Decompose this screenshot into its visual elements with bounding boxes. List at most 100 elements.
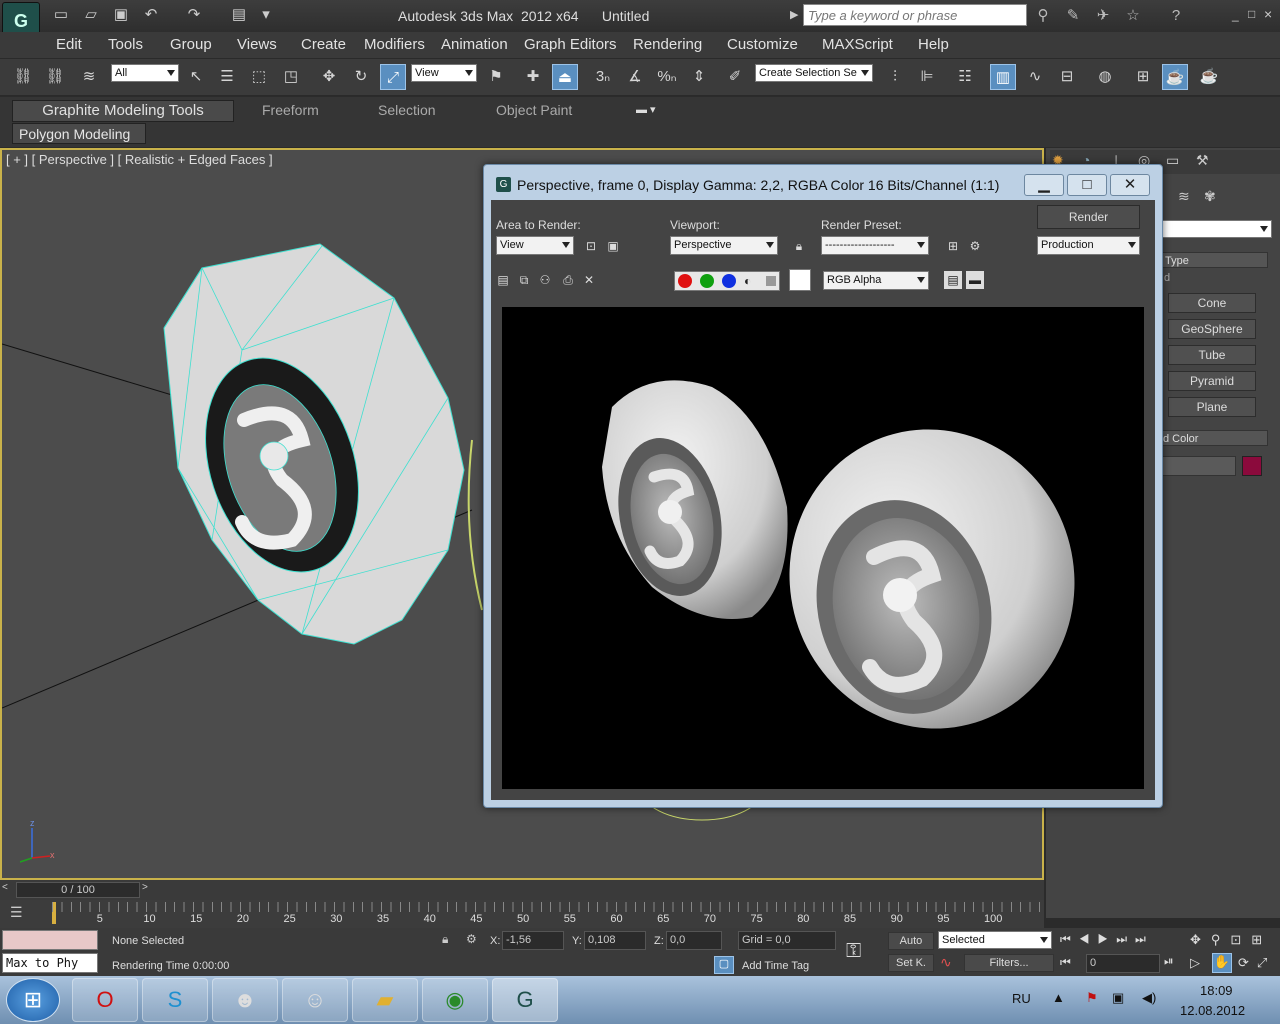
menu-tools[interactable]: Tools	[108, 36, 143, 53]
panel-polygon-modeling[interactable]: Polygon Modeling	[12, 123, 146, 144]
material-editor-icon[interactable]: ◍	[1092, 64, 1118, 90]
maxscript-listener-output[interactable]	[2, 930, 98, 950]
print-image-icon[interactable]: ⎙	[559, 271, 577, 289]
tray-expand-icon[interactable]: ▲	[1052, 990, 1065, 1005]
edit-named-selection-icon[interactable]: ✐	[722, 64, 748, 90]
primitive-type-dropdown[interactable]	[1160, 220, 1272, 238]
network-icon[interactable]: ▣	[1112, 990, 1124, 1006]
close-button[interactable]: ×	[1264, 6, 1272, 22]
viewport-label[interactable]: [ + ] [ Perspective ] [ Realistic + Edge…	[6, 152, 273, 167]
playback-controls[interactable]: ⏮◀▶⏭⏭	[1060, 932, 1154, 947]
tab-selection[interactable]: Selection	[370, 100, 444, 122]
name-color-rollout-header[interactable]: d Color	[1160, 430, 1268, 446]
tab-freeform[interactable]: Freeform	[254, 100, 327, 122]
help-icon[interactable]: ?	[1165, 5, 1187, 27]
undo-icon[interactable]: ↶	[140, 5, 162, 25]
action-center-icon[interactable]: ⚑	[1086, 990, 1098, 1006]
clone-window-icon[interactable]: ⚇	[536, 271, 554, 289]
keyboard-shortcut-override-icon[interactable]: ⏏	[552, 64, 578, 90]
auto-key-button[interactable]: Auto	[888, 932, 934, 950]
named-selection-dropdown[interactable]: Create Selection Se	[755, 64, 873, 82]
save-icon[interactable]: ▣	[110, 5, 132, 25]
spinner-snap-icon[interactable]: ⇕	[686, 64, 712, 90]
select-by-name-icon[interactable]: ☰	[214, 64, 240, 90]
favorites-icon[interactable]: ☆	[1122, 5, 1144, 27]
cone-button[interactable]: Cone	[1168, 293, 1256, 313]
maxscript-mini-listener[interactable]: Max to Phy	[2, 953, 98, 973]
plane-button[interactable]: Plane	[1168, 397, 1256, 417]
align-icon[interactable]: ⊫	[914, 64, 940, 90]
copy-image-icon[interactable]: ⧉	[515, 271, 533, 289]
snaps-toggle-icon[interactable]: 3ₙ	[590, 64, 616, 90]
rectangular-selection-icon[interactable]: ⬚	[246, 64, 272, 90]
language-indicator[interactable]: RU	[1012, 991, 1031, 1006]
communication-icon[interactable]: ✈	[1092, 5, 1114, 27]
pan-view-icon[interactable]: ✋	[1212, 953, 1232, 973]
selection-lock-icon[interactable]: 🔒︎	[442, 932, 448, 947]
field-of-view-icon[interactable]: ▷	[1190, 955, 1200, 971]
orbit-maximize-icons[interactable]: ⟳⤢	[1238, 955, 1275, 971]
alpha-channel-icon[interactable]: ◐	[744, 274, 758, 288]
clock-time[interactable]: 18:09	[1200, 983, 1233, 998]
render-production-icon[interactable]: ☕	[1196, 64, 1222, 90]
volume-icon[interactable]: ◀)	[1142, 990, 1156, 1006]
render-window-minimize-button[interactable]: ▁	[1024, 174, 1064, 196]
menu-modifiers[interactable]: Modifiers	[364, 36, 425, 53]
schematic-view-icon[interactable]: ⊟	[1054, 64, 1080, 90]
key-mode-icon[interactable]: ∿	[940, 954, 952, 971]
selection-filter-dropdown[interactable]: All	[111, 64, 179, 82]
red-channel-toggle[interactable]	[678, 274, 692, 288]
environment-effects-icon[interactable]: ⚙	[966, 237, 984, 255]
mini-curve-editor-icon[interactable]: ☰	[10, 904, 23, 921]
render-setup-icon[interactable]: ⊞	[1130, 64, 1156, 90]
subscription-icon[interactable]: ✎	[1062, 5, 1084, 27]
area-to-render-dropdown[interactable]: View	[496, 236, 574, 255]
select-object-icon[interactable]: ↖	[183, 64, 209, 90]
spacewarps-icon[interactable]: ≋	[1178, 188, 1190, 205]
bind-space-warp-icon[interactable]: ≋	[76, 64, 102, 90]
explorer-taskbar-button[interactable]: ▰	[352, 978, 418, 1022]
render-setup-small-icon[interactable]: ⊞	[944, 237, 962, 255]
binoculars-icon[interactable]: ⚲	[1032, 5, 1054, 27]
viewport-dropdown[interactable]: Perspective	[670, 236, 778, 255]
menu-animation[interactable]: Animation	[441, 36, 508, 53]
key-filter-dropdown[interactable]: Selected	[938, 931, 1052, 949]
pyramid-button[interactable]: Pyramid	[1168, 371, 1256, 391]
tab-graphite-modeling-tools[interactable]: Graphite Modeling Tools	[12, 100, 234, 122]
menu-help[interactable]: Help	[918, 36, 949, 53]
quick-access-dropdown-icon[interactable]: ▾	[255, 5, 277, 25]
adaptive-degradation-icon[interactable]: ▢	[714, 956, 734, 974]
render-window-maximize-button[interactable]: □	[1067, 174, 1107, 196]
menu-graph-editors[interactable]: Graph Editors	[524, 36, 617, 53]
toggle-overlays-icon[interactable]: ▬	[966, 271, 984, 289]
search-input[interactable]: Type a keyword or phrase	[803, 4, 1027, 26]
systems-icon[interactable]: ✾	[1204, 188, 1216, 205]
open-file-icon[interactable]: ▱	[80, 5, 102, 25]
select-scale-icon[interactable]: ⤢	[380, 64, 406, 90]
unlink-icon[interactable]: ⛓	[42, 64, 68, 90]
display-channel-dropdown[interactable]: RGB Alpha	[823, 271, 929, 290]
menu-edit[interactable]: Edit	[56, 36, 82, 53]
time-config-icon[interactable]: ⏯	[1164, 954, 1174, 969]
project-folder-icon[interactable]: ▤	[228, 5, 250, 25]
curve-editor-icon[interactable]: ∿	[1022, 64, 1048, 90]
rendered-frame-window-icon[interactable]: ☕	[1162, 64, 1188, 90]
current-frame-field[interactable]: 0	[1086, 954, 1160, 973]
green-channel-toggle[interactable]	[700, 274, 714, 288]
set-key-button[interactable]: Set K.	[888, 954, 934, 972]
set-key-icon[interactable]: ⚿	[846, 940, 861, 963]
menu-create[interactable]: Create	[301, 36, 346, 53]
render-window-close-button[interactable]: ✕	[1110, 174, 1150, 196]
object-color-swatch[interactable]	[1242, 456, 1262, 476]
edit-region-icon[interactable]: ⊡	[582, 237, 600, 255]
opera-taskbar-button[interactable]: O	[72, 978, 138, 1022]
x-coordinate-field[interactable]: -1,56	[502, 931, 564, 950]
add-time-tag[interactable]: Add Time Tag	[742, 960, 809, 972]
window-crossing-icon[interactable]: ◳	[278, 64, 304, 90]
time-slider-prev[interactable]: <	[2, 882, 14, 898]
time-slider[interactable]	[0, 880, 1044, 900]
lock-viewport-icon[interactable]: 🔒︎	[790, 237, 808, 255]
angle-snap-icon[interactable]: ∡	[622, 64, 648, 90]
select-and-link-icon[interactable]: ⛓	[10, 64, 36, 90]
graphite-toggle-icon[interactable]: ▥	[990, 64, 1016, 90]
